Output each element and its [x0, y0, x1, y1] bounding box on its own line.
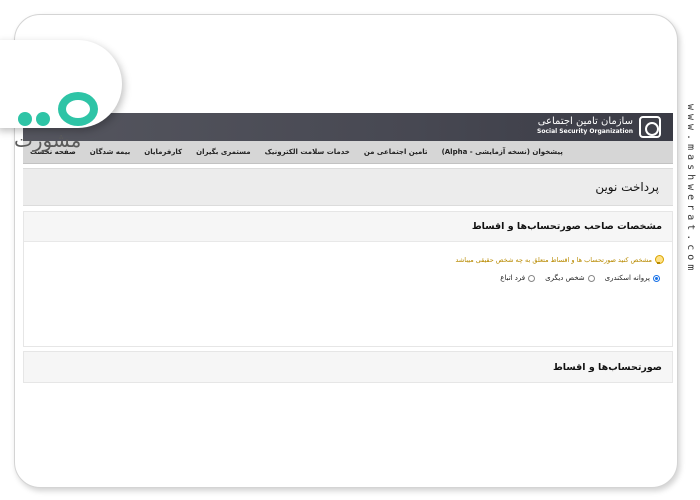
- radio-option-other-person[interactable]: شخص دیگری: [545, 274, 595, 282]
- radio-button[interactable]: [528, 274, 536, 282]
- owner-hint: مشخص کنید صورتحساب ها و اقساط متعلق به چ…: [455, 255, 664, 264]
- owner-radio-group: پروانه اسکندری شخص دیگری فرد اتباع: [490, 274, 660, 282]
- nav-item-pensioners[interactable]: مستمری بگیران: [189, 148, 258, 156]
- page-title-band: پرداخت نوین: [23, 168, 673, 206]
- nav-item-employers[interactable]: کارفرمایان: [137, 148, 189, 156]
- nav-item-e-health[interactable]: خدمات سلامت الکترونیک: [258, 148, 357, 156]
- owner-hint-text: مشخص کنید صورتحساب ها و اقساط متعلق به چ…: [455, 255, 652, 264]
- site-logo-badge: مشورت: [0, 40, 122, 152]
- radio-button[interactable]: [587, 274, 595, 282]
- site-header: سازمان تامین اجتماعی Social Security Org…: [23, 113, 673, 141]
- bills-section-title: صورتحساب‌ها و اقساط: [552, 362, 662, 373]
- owner-section-title: مشخصات صاحب صورتحساب‌ها و اقساط: [471, 221, 662, 232]
- radio-option-self[interactable]: پروانه اسکندری: [605, 274, 660, 282]
- bills-section-header: صورتحساب‌ها و اقساط: [23, 351, 673, 383]
- radio-button-checked[interactable]: [653, 274, 660, 282]
- org-emblem-icon[interactable]: [639, 116, 661, 138]
- nav-item-desk-alpha[interactable]: پیشخوان (نسخه آزمایشی - Alpha): [435, 148, 570, 156]
- owner-details-section: مشخصات صاحب صورتحساب‌ها و اقساط مشخص کنی…: [23, 211, 673, 347]
- logo-dot-icon: [18, 112, 32, 126]
- radio-label-other-person[interactable]: شخص دیگری: [545, 274, 584, 282]
- logo-text: مشورت: [14, 128, 82, 152]
- nav-item-insured[interactable]: بیمه شدگان: [83, 148, 137, 156]
- lightbulb-icon: [655, 255, 664, 264]
- org-name-persian[interactable]: سازمان تامین اجتماعی: [538, 116, 633, 127]
- radio-option-foreign-national[interactable]: فرد اتباع: [500, 274, 536, 282]
- org-name-english[interactable]: Social Security Organization: [537, 128, 633, 135]
- page-title: پرداخت نوین: [595, 180, 659, 194]
- radio-label-foreign-national[interactable]: فرد اتباع: [500, 274, 525, 282]
- owner-section-header: مشخصات صاحب صورتحساب‌ها و اقساط: [24, 212, 672, 242]
- logo-dot-icon: [36, 112, 50, 126]
- nav-item-my-ssa[interactable]: تامین اجتماعی من: [357, 148, 435, 156]
- radio-label-self[interactable]: پروانه اسکندری: [605, 274, 650, 282]
- bills-section-body: [23, 384, 673, 464]
- main-nav: صفحه نخست بیمه شدگان کارفرمایان مستمری ب…: [23, 141, 673, 164]
- logo-ring-icon: [58, 92, 98, 126]
- watermark-url: www.mashwerat.com: [685, 104, 696, 275]
